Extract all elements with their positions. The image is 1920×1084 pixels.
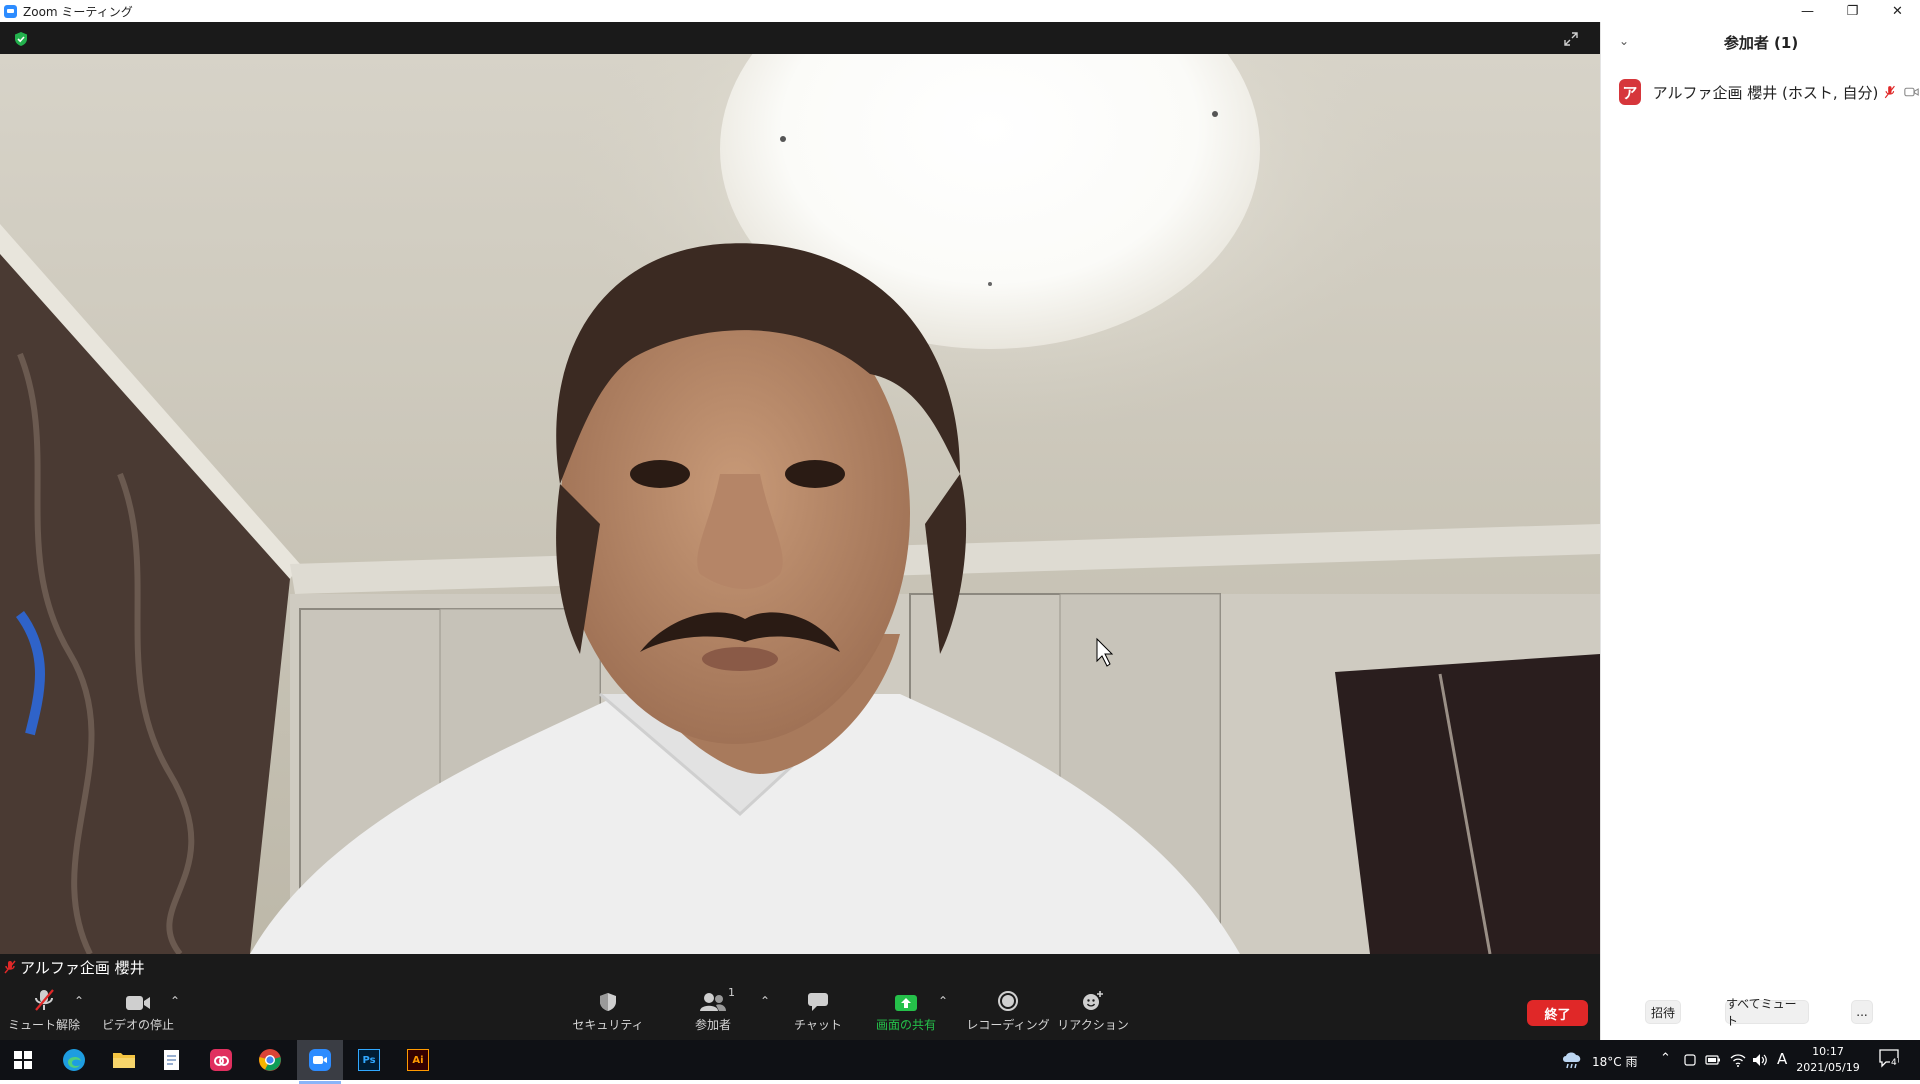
participants-panel: ⌄ 参加者 (1) ア アルファ企画 櫻井 (ホスト, 自分)	[1600, 22, 1920, 1040]
notification-center-button[interactable]: 4	[1878, 1048, 1902, 1072]
recording-button[interactable]: レコーディング	[960, 980, 1056, 1040]
share-screen-button[interactable]: 画面の共有	[870, 980, 942, 1040]
unmute-button[interactable]: ミュート解除	[8, 980, 80, 1040]
clock-date: 2021/05/19	[1796, 1061, 1860, 1074]
participants-options-caret-icon[interactable]: ⌃	[760, 994, 770, 1008]
illustrator-icon: Ai	[407, 1049, 429, 1071]
share-screen-icon	[895, 994, 917, 1011]
tray-overflow-chevron-icon[interactable]: ⌃	[1660, 1051, 1671, 1066]
chat-label: チャット	[794, 1017, 842, 1032]
video-area: アルファ企画 櫻井	[0, 22, 1600, 990]
file-explorer-icon	[113, 1053, 135, 1068]
taskbar-edge[interactable]	[58, 1044, 90, 1076]
encryption-shield-icon[interactable]	[14, 32, 28, 46]
zoom-icon	[309, 1049, 331, 1071]
video-name-bar: アルファ企画 櫻井	[0, 954, 1600, 980]
participant-video	[0, 54, 1600, 954]
weather-cloud-rain-icon[interactable]	[1560, 1050, 1584, 1070]
windows-taskbar: Ps Ai 18°C 雨 ⌃ A 10:17 2021/05/19 4	[0, 1040, 1920, 1084]
security-label: セキュリティ	[572, 1017, 644, 1032]
participants-count: 1	[728, 985, 735, 999]
participant-name-label: アルファ企画 櫻井	[20, 958, 145, 977]
participants-panel-title: 参加者 (1)	[1723, 34, 1799, 52]
weather-text[interactable]: 18°C 雨	[1592, 1053, 1637, 1070]
muted-mic-icon[interactable]	[1884, 84, 1896, 100]
participant-row[interactable]: ア アルファ企画 櫻井 (ホスト, 自分)	[1619, 78, 1919, 106]
taskbar-photoshop[interactable]: Ps	[353, 1044, 385, 1076]
chat-button[interactable]: チャット	[790, 980, 846, 1040]
fullscreen-icon[interactable]	[1564, 32, 1578, 46]
muted-mic-icon	[35, 988, 54, 1011]
video-camera-icon	[126, 995, 150, 1010]
mute-all-button[interactable]: すべてミュート	[1725, 997, 1809, 1028]
muted-mic-icon	[4, 960, 16, 974]
window-controls: — ❐ ✕	[1785, 0, 1920, 22]
meeting-toolbar: ミュート解除 ⌃ ビデオの停止 ⌃ セキュリティ 1 参加者 ⌃ チャット 画面…	[0, 980, 1600, 1040]
audio-options-caret-icon[interactable]: ⌃	[74, 994, 84, 1008]
restore-button[interactable]: ❐	[1830, 0, 1875, 22]
share-options-caret-icon[interactable]: ⌃	[938, 994, 948, 1008]
taskbar-zoom[interactable]	[297, 1040, 343, 1084]
stop-video-button[interactable]: ビデオの停止	[100, 980, 176, 1040]
photoshop-icon: Ps	[358, 1049, 380, 1071]
notification-count: 4	[1890, 1058, 1898, 1068]
avatar: ア	[1619, 79, 1641, 105]
end-meeting-button[interactable]: 終了	[1527, 1000, 1588, 1026]
chat-bubble-icon	[808, 992, 828, 1011]
reactions-label: リアクション	[1057, 1017, 1129, 1032]
windows-start-icon	[14, 1051, 32, 1069]
taskbar-creative-cloud[interactable]	[205, 1044, 237, 1076]
clock-time: 10:17	[1812, 1045, 1844, 1058]
more-options-button[interactable]: ...	[1851, 1000, 1873, 1024]
creative-cloud-icon	[210, 1049, 232, 1071]
video-camera-icon[interactable]	[1904, 86, 1919, 98]
clock[interactable]: 10:17 2021/05/19	[1788, 1044, 1868, 1076]
edge-icon	[63, 1049, 85, 1071]
recording-label: レコーディング	[966, 1017, 1050, 1032]
video-top-bar	[0, 22, 1600, 54]
ime-indicator[interactable]: A	[1777, 1050, 1787, 1068]
close-button[interactable]: ✕	[1875, 0, 1920, 22]
zoom-app-icon	[4, 4, 17, 18]
participants-icon	[700, 992, 726, 1011]
title-bar: Zoom ミーティング — ❐ ✕	[0, 0, 1920, 22]
photoshop-label: Ps	[362, 1054, 376, 1066]
video-options-caret-icon[interactable]: ⌃	[170, 994, 180, 1008]
participant-name: アルファ企画 櫻井 (ホスト, 自分)	[1652, 83, 1879, 102]
volume-icon[interactable]	[1752, 1053, 1768, 1067]
start-button[interactable]	[7, 1044, 39, 1076]
chrome-icon	[259, 1049, 281, 1071]
security-button[interactable]: セキュリティ	[570, 980, 646, 1040]
taskbar-notepad[interactable]	[156, 1044, 188, 1076]
invite-button[interactable]: 招待	[1645, 1000, 1681, 1024]
participants-button[interactable]: 1 参加者	[680, 980, 746, 1040]
notepad-icon	[164, 1050, 179, 1070]
unmute-label: ミュート解除	[8, 1017, 81, 1032]
minimize-button[interactable]: —	[1785, 0, 1830, 22]
window-title: Zoom ミーティング	[23, 4, 133, 19]
record-icon	[998, 990, 1018, 1011]
security-shield-icon	[600, 992, 616, 1011]
participants-label: 参加者	[694, 1017, 731, 1032]
share-screen-label: 画面の共有	[875, 1017, 936, 1032]
taskbar-chrome[interactable]	[254, 1044, 286, 1076]
device-icon[interactable]	[1683, 1053, 1697, 1067]
taskbar-illustrator[interactable]: Ai	[402, 1044, 434, 1076]
reactions-button[interactable]: リアクション	[1050, 980, 1136, 1040]
stop-video-label: ビデオの停止	[101, 1017, 174, 1032]
illustrator-label: Ai	[412, 1054, 424, 1066]
reaction-smiley-icon	[1083, 990, 1103, 1010]
taskbar-file-explorer[interactable]	[108, 1044, 140, 1076]
wifi-icon[interactable]	[1730, 1053, 1746, 1067]
battery-icon[interactable]	[1705, 1054, 1721, 1066]
